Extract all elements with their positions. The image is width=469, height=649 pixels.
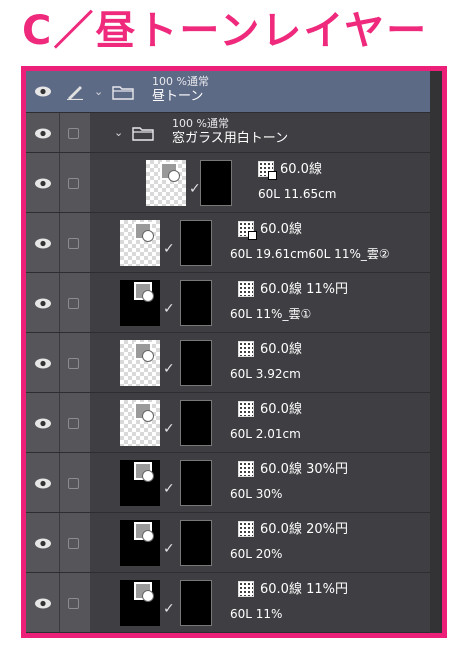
tone-overlay-icon (160, 162, 180, 182)
folder-name: 昼トーン (152, 89, 204, 104)
eye-icon[interactable] (34, 298, 52, 309)
mask-thumbnail (180, 340, 212, 386)
tone-overlay-icon (134, 582, 154, 602)
checkbox-icon[interactable] (68, 538, 79, 549)
check-mark-icon: ✓ (163, 541, 175, 557)
pen-icon[interactable] (66, 82, 84, 100)
tone-overlay-icon (134, 222, 154, 242)
folder-icon (132, 127, 154, 141)
eye-icon[interactable] (34, 178, 52, 189)
layer-name: 60L 11% (230, 607, 283, 621)
folder-blend-mode: 100 %通常 (152, 75, 209, 88)
folder-blend-mode: 100 %通常 (172, 117, 229, 130)
layer-thumbnail (120, 280, 160, 326)
checkbox-icon[interactable] (68, 478, 79, 489)
scrollbar[interactable] (430, 71, 442, 633)
tone-icon (238, 521, 254, 537)
chevron-down-icon[interactable]: ⌄ (114, 126, 123, 139)
layer-panel-frame: ⌄ 100 %通常 昼トーン ⌄ 100 %通常 窓ガラス用白トーン ✓ 60.… (21, 66, 447, 638)
tone-icon (238, 461, 254, 477)
tone-label: 60.0線 (260, 342, 302, 357)
check-mark-icon: ✓ (163, 301, 175, 317)
layer-row[interactable]: ✓ 60.0線 11%円 60L 11%_雲① (26, 273, 430, 333)
layer-name: 60L 20% (230, 547, 283, 561)
layer-row[interactable]: ✓ 60.0線 20%円 60L 20% (26, 513, 430, 573)
checkbox-icon[interactable] (68, 178, 79, 189)
layer-thumbnail (120, 220, 160, 266)
eye-icon[interactable] (34, 128, 52, 139)
layer-name: 60L 11.65cm (258, 187, 337, 201)
layer-folder-row[interactable]: ⌄ 100 %通常 窓ガラス用白トーン (26, 113, 430, 153)
mask-thumbnail (180, 520, 212, 566)
folder-name: 窓ガラス用白トーン (172, 131, 289, 146)
eye-icon[interactable] (34, 478, 52, 489)
folder-icon (112, 86, 134, 100)
check-mark-icon: ✓ (163, 481, 175, 497)
checkbox-icon[interactable] (68, 298, 79, 309)
layer-thumbnail (120, 400, 160, 446)
layer-row[interactable]: ✓ 60.0線 11%円 60L 11% (26, 573, 430, 633)
layer-thumbnail (120, 580, 160, 626)
mask-thumbnail (180, 580, 212, 626)
layer-panel: ⌄ 100 %通常 昼トーン ⌄ 100 %通常 窓ガラス用白トーン ✓ 60.… (26, 71, 442, 633)
mask-thumbnail (180, 460, 212, 506)
tone-overlay-icon (134, 522, 154, 542)
tone-overlay-icon (134, 342, 154, 362)
tone-label: 60.0線 11%円 (260, 282, 348, 297)
tone-overlay-icon (134, 462, 154, 482)
eye-icon[interactable] (34, 86, 52, 97)
check-mark-icon: ✓ (189, 181, 201, 197)
layer-name: 60L 19.61cm60L 11%_雲② (230, 247, 390, 261)
chevron-down-icon[interactable]: ⌄ (94, 85, 103, 98)
layer-thumbnail (120, 520, 160, 566)
tone-label: 60.0線 20%円 (260, 522, 348, 537)
eye-icon[interactable] (34, 358, 52, 369)
tone-label: 60.0線 11%円 (260, 582, 348, 597)
mask-thumbnail (200, 160, 232, 206)
layer-row[interactable]: ✓ 60.0線 60L 19.61cm60L 11%_雲② (26, 213, 430, 273)
layer-thumbnail (146, 160, 186, 206)
tone-overlay-icon (134, 282, 154, 302)
checkbox-icon[interactable] (68, 238, 79, 249)
tone-icon (238, 581, 254, 597)
check-mark-icon: ✓ (163, 601, 175, 617)
tone-icon (258, 161, 277, 180)
checkbox-icon[interactable] (68, 598, 79, 609)
layer-name: 60L 3.92cm (230, 367, 301, 381)
tone-label: 60.0線 (280, 162, 322, 177)
tone-icon (238, 281, 254, 297)
checkbox-icon[interactable] (68, 128, 79, 139)
check-mark-icon: ✓ (163, 241, 175, 257)
checkbox-icon[interactable] (68, 418, 79, 429)
mask-thumbnail (180, 400, 212, 446)
layer-row[interactable]: ✓ 60.0線 60L 11.65cm (26, 153, 430, 213)
tone-icon (238, 401, 254, 417)
tone-label: 60.0線 (260, 222, 302, 237)
check-mark-icon: ✓ (163, 361, 175, 377)
eye-icon[interactable] (34, 598, 52, 609)
layer-name: 60L 30% (230, 487, 283, 501)
eye-icon[interactable] (34, 238, 52, 249)
tone-icon (238, 341, 254, 357)
layer-row[interactable]: ✓ 60.0線 60L 3.92cm (26, 333, 430, 393)
layer-row[interactable]: ✓ 60.0線 30%円 60L 30% (26, 453, 430, 513)
layer-row[interactable]: ✓ 60.0線 60L 2.01cm (26, 393, 430, 453)
layer-name: 60L 2.01cm (230, 427, 301, 441)
page-title: C／昼トーンレイヤー (22, 8, 429, 54)
tone-label: 60.0線 (260, 402, 302, 417)
mask-thumbnail (180, 280, 212, 326)
layer-folder-row[interactable]: ⌄ 100 %通常 昼トーン (26, 71, 430, 113)
tone-overlay-icon (134, 402, 154, 422)
eye-icon[interactable] (34, 538, 52, 549)
eye-icon[interactable] (34, 418, 52, 429)
tone-label: 60.0線 30%円 (260, 462, 348, 477)
check-mark-icon: ✓ (163, 421, 175, 437)
checkbox-icon[interactable] (68, 358, 79, 369)
layer-thumbnail (120, 340, 160, 386)
tone-icon (238, 221, 257, 240)
layer-name: 60L 11%_雲① (230, 307, 312, 321)
layer-thumbnail (120, 460, 160, 506)
mask-thumbnail (180, 220, 212, 266)
